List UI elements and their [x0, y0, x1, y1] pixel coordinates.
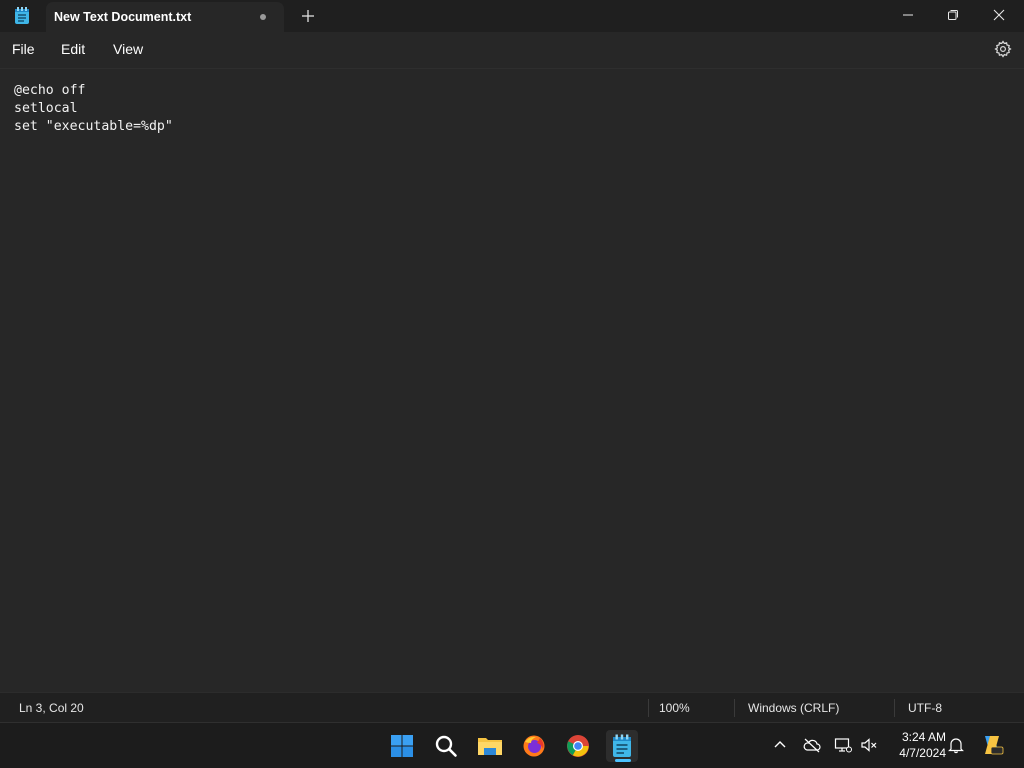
chrome-icon [567, 735, 589, 757]
new-tab-plus-icon[interactable] [300, 8, 316, 24]
close-icon [993, 9, 1005, 21]
search-button[interactable] [430, 730, 462, 762]
minimize-icon [903, 14, 913, 16]
status-divider [894, 699, 895, 717]
menu-file[interactable]: File [12, 41, 35, 57]
menu-edit[interactable]: Edit [61, 41, 85, 57]
close-button[interactable] [976, 0, 1022, 30]
editor-line[interactable]: set "executable=%dp" [14, 119, 173, 134]
active-app-indicator [615, 759, 631, 762]
editor-line[interactable]: setlocal [14, 101, 78, 116]
network-icon[interactable] [834, 736, 852, 754]
minimize-button[interactable] [885, 0, 931, 30]
firefox-icon [523, 735, 545, 757]
status-divider [734, 699, 735, 717]
windows-start-icon [391, 735, 413, 757]
cursor-position: Ln 3, Col 20 [19, 701, 84, 715]
status-bar: Ln 3, Col 20 100% Windows (CRLF) UTF-8 [0, 692, 1024, 722]
clock-time: 3:24 AM [901, 730, 946, 744]
text-editor[interactable]: @echo off setlocal set "executable=%dp" [0, 68, 1024, 692]
maximize-button[interactable] [930, 0, 976, 30]
clock[interactable]: 3:24 AM 4/7/2024 [886, 729, 946, 761]
search-icon [435, 735, 457, 757]
notepad-icon [613, 734, 631, 757]
menu-bar: File Edit View [0, 32, 1024, 66]
clock-date: 4/7/2024 [899, 746, 946, 760]
copilot-icon[interactable] [980, 733, 1004, 757]
chevron-up-icon[interactable] [771, 736, 789, 754]
tab-title: New Text Document.txt [54, 10, 192, 24]
title-bar: New Text Document.txt [0, 0, 1024, 32]
zoom-level[interactable]: 100% [659, 701, 690, 715]
chrome-button[interactable] [562, 730, 594, 762]
start-button[interactable] [386, 730, 418, 762]
onedrive-icon[interactable] [803, 736, 821, 754]
taskbar: 3:24 AM 4/7/2024 [0, 722, 1024, 768]
encoding[interactable]: UTF-8 [908, 701, 942, 715]
file-explorer-icon [478, 738, 502, 755]
line-ending[interactable]: Windows (CRLF) [748, 701, 839, 715]
status-divider [648, 699, 649, 717]
maximize-icon [948, 10, 958, 20]
notepad-icon [15, 7, 29, 24]
menu-view[interactable]: View [113, 41, 143, 57]
editor-line[interactable]: @echo off [14, 83, 85, 98]
bell-icon[interactable] [947, 736, 965, 754]
volume-muted-icon[interactable] [860, 736, 878, 754]
gear-icon[interactable] [994, 40, 1012, 58]
document-tab[interactable]: New Text Document.txt [46, 2, 284, 32]
firefox-button[interactable] [518, 730, 550, 762]
file-explorer-button[interactable] [474, 730, 506, 762]
unsaved-dot-icon[interactable] [260, 14, 266, 20]
notepad-taskbar-button[interactable] [606, 730, 638, 762]
